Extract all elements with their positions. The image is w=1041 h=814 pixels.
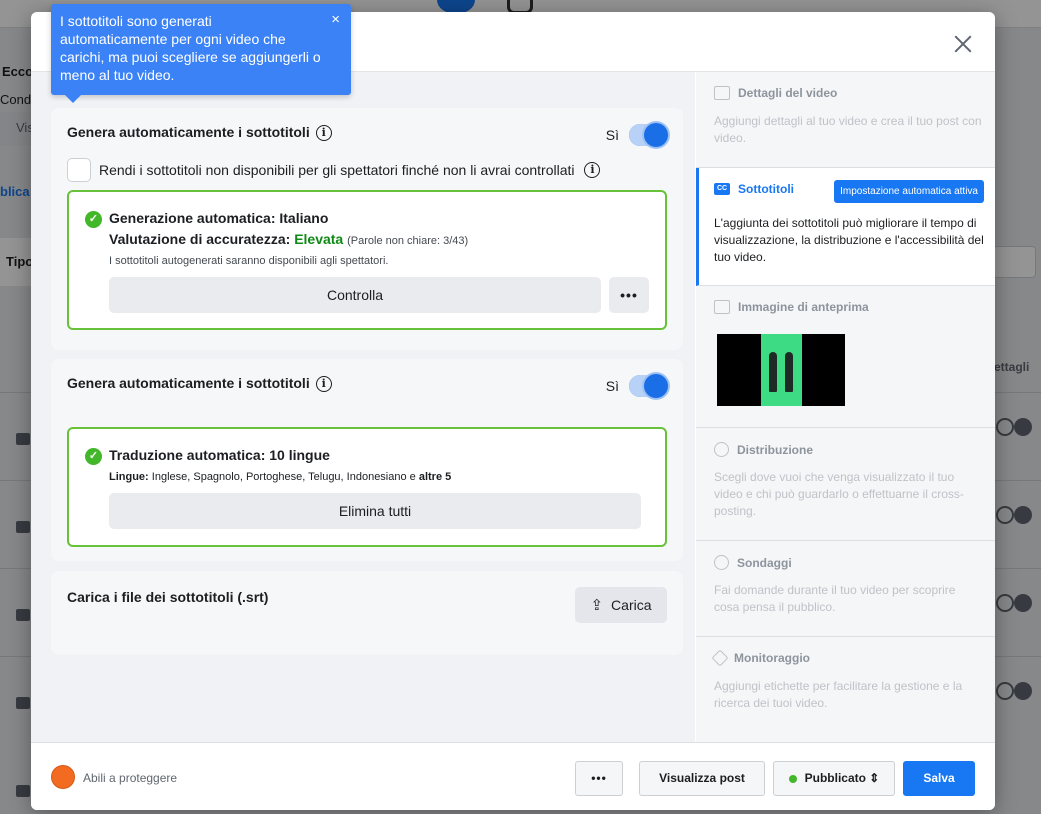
- polls-icon: [714, 555, 729, 570]
- status-dot-icon: [788, 774, 797, 783]
- page-avatar: [51, 765, 75, 789]
- closed-captions-icon: CC: [714, 183, 730, 195]
- auto-translation-toggle[interactable]: [629, 374, 668, 398]
- footer-more-button[interactable]: •••: [575, 761, 623, 796]
- tag-icon: [711, 649, 729, 667]
- checkbox-label: Rendi i sottotitoli non disponibili per …: [99, 162, 575, 178]
- step-thumbnail[interactable]: Immagine di anteprima: [696, 286, 995, 428]
- info-icon[interactable]: i: [315, 376, 332, 393]
- delete-all-button[interactable]: Elimina tutti: [109, 493, 641, 529]
- toggle-label: Sì: [605, 378, 619, 394]
- auto-translation-section: Genera automaticamente i sottotitoli i Sì…: [51, 359, 683, 561]
- step-video-details[interactable]: Dettagli del video Aggiungi dettagli al …: [696, 72, 995, 168]
- auto-generation-box: ✓ Generazione automatica: Italiano Valut…: [67, 190, 667, 330]
- subtitles-tooltip: I sottotitoli sono generati automaticame…: [51, 4, 351, 103]
- more-languages-link[interactable]: altre 5: [419, 471, 451, 483]
- generation-title: Generazione automatica: Italiano: [109, 210, 329, 226]
- accuracy-detail: (Parole non chiare: 3/43): [347, 235, 469, 247]
- auto-subtitles-toggle-group: Sì: [605, 123, 668, 147]
- preview-post-button[interactable]: Visualizza post: [639, 761, 765, 796]
- step-distribution[interactable]: Distribuzione Scegli dove vuoi che venga…: [696, 428, 995, 541]
- languages-list: Lingue: Inglese, Spagnolo, Portoghese, T…: [109, 471, 452, 483]
- accuracy-value: Elevata: [294, 231, 344, 247]
- auto-subtitles-toggle[interactable]: [629, 123, 668, 147]
- section-title: Genera automaticamente i sottotitoli i: [67, 124, 332, 142]
- check-circle-icon: ✓: [85, 211, 102, 228]
- upload-button[interactable]: ⇪ Carica: [575, 587, 667, 623]
- step-subtitles[interactable]: CC Sottotitoli Impostazione automatica at…: [696, 168, 995, 286]
- step-polls[interactable]: Sondaggi Fai domande durante il tuo vide…: [696, 541, 995, 637]
- auto-translation-toggle-group: Sì: [605, 374, 668, 398]
- section-title: Carica i file dei sottotitoli (.srt): [67, 589, 269, 605]
- hide-until-reviewed-checkbox[interactable]: [67, 158, 91, 182]
- page-name: Abili a proteggere: [83, 771, 178, 785]
- auto-translation-box: ✓ Traduzione automatica: 10 lingue Lingu…: [67, 427, 667, 547]
- tooltip-close-icon[interactable]: ×: [331, 11, 340, 29]
- section-title: Genera automaticamente i sottotitoli i: [67, 375, 332, 393]
- upload-srt-section: Carica i file dei sottotitoli (.srt) ⇪ Ca…: [51, 571, 683, 655]
- step-tracking[interactable]: Monitoraggio Aggiungi etichette per faci…: [696, 637, 995, 742]
- steps-sidebar: Dettagli del video Aggiungi dettagli al …: [696, 72, 995, 742]
- accuracy-rating: Valutazione di accuratezza: Elevata (Par…: [109, 231, 469, 247]
- auto-subtitles-section: Genera automaticamente i sottotitoli i Sì…: [51, 108, 683, 350]
- publish-status-select[interactable]: Pubblicato ⇕: [773, 761, 895, 796]
- check-circle-icon: ✓: [85, 448, 102, 465]
- info-icon[interactable]: i: [315, 125, 332, 142]
- toggle-label: Sì: [605, 127, 619, 143]
- info-icon[interactable]: i: [584, 162, 601, 178]
- subtitles-modal: Genera automaticamente i sottotitoli i Sì…: [31, 12, 995, 810]
- subtitles-settings-pane: Genera automaticamente i sottotitoli i Sì…: [31, 72, 695, 742]
- hide-until-reviewed-row: Rendi i sottotitoli non disponibili per …: [67, 158, 601, 182]
- distribution-icon: [714, 442, 729, 457]
- tooltip-text: I sottotitoli sono generati automaticame…: [60, 13, 321, 83]
- video-thumbnail[interactable]: [717, 334, 845, 406]
- review-subtitles-button[interactable]: Controlla: [109, 277, 601, 313]
- availability-note: I sottotitoli autogenerati saranno dispo…: [109, 255, 389, 267]
- translation-title: Traduzione automatica: 10 lingue: [109, 447, 330, 463]
- details-icon: [714, 86, 730, 100]
- auto-setting-badge: Impostazione automatica attiva: [834, 180, 984, 203]
- more-options-button[interactable]: •••: [609, 277, 649, 313]
- close-modal-button[interactable]: [949, 30, 977, 58]
- modal-footer: Abili a proteggere ••• Visualizza post P…: [31, 742, 995, 810]
- upload-icon: ⇪: [590, 597, 604, 614]
- image-icon: [714, 300, 730, 314]
- save-button[interactable]: Salva: [903, 761, 975, 796]
